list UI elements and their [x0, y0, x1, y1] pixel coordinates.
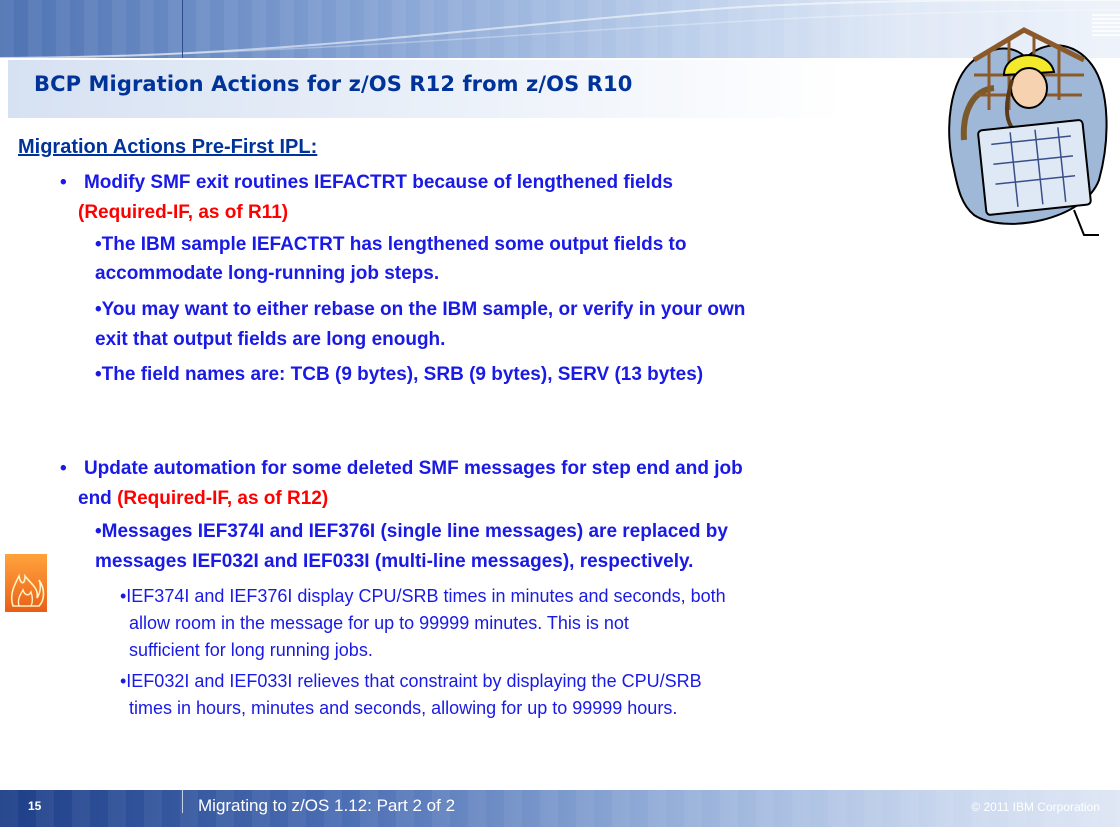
bullet-1-sub-2-line-1: •You may want to either rebase on the IB… [95, 299, 746, 320]
footer-title: Migrating to z/OS 1.12: Part 2 of 2 [198, 796, 456, 815]
copyright: © 2011 IBM Corporation [971, 800, 1100, 814]
fire-icon [5, 554, 47, 612]
bullet-1-sub-2-line-2: exit that output fields are long enough. [95, 329, 446, 350]
section-subheading: Migration Actions Pre-First IPL: [18, 136, 318, 158]
bullet-1: • Modify SMF exit routines IEFACTRT beca… [60, 168, 673, 197]
required-if-tag: (Required-IF, as of R11) [78, 202, 289, 223]
bullet-glyph: • [60, 172, 67, 193]
bullet-2-line-2: end (Required-IF, as of R12) [78, 484, 328, 513]
bullet-1-tag: (Required-IF, as of R11) [78, 198, 288, 227]
footer-bar [0, 790, 1120, 827]
footer-divider [182, 779, 183, 813]
required-if-tag: (Required-IF, as of R12) [117, 488, 329, 509]
bullet-1-text: Modify SMF exit routines IEFACTRT becaus… [83, 172, 674, 193]
detail-2-line-2: times in hours, minutes and seconds, all… [129, 698, 678, 718]
bullet-glyph: • [60, 458, 67, 479]
page-number: 15 [28, 799, 42, 813]
bullet-2-sub-1-line-2: messages IEF032I and IEF033I (multi-line… [95, 551, 694, 572]
bullet-1-sub-3: •The field names are: TCB (9 bytes), SRB… [95, 364, 704, 385]
detail-1-line-2: allow room in the message for up to 9999… [129, 613, 629, 633]
detail-1-line-1: •IEF374I and IEF376I display CPU/SRB tim… [120, 586, 726, 606]
bullet-2-sub-1-line-1: •Messages IEF374I and IEF376I (single li… [95, 521, 728, 542]
construction-worker-icon [948, 27, 1108, 236]
bullet-2: • Update automation for some deleted SMF… [60, 454, 743, 483]
slide: BCP Migration Actions for z/OS R12 from … [0, 0, 1120, 827]
bullet-1-sub-1-line-1: •The IBM sample IEFACTRT has lengthened … [95, 234, 687, 255]
bullet-1-sub-1-line-2: accommodate long-running job steps. [95, 263, 440, 284]
detail-1-line-3: sufficient for long running jobs. [129, 640, 373, 660]
header-divider [182, 0, 183, 58]
bullet-2-text-end: end [78, 488, 112, 509]
bullet-2-text: Update automation for some deleted SMF m… [83, 458, 743, 479]
slide-title: BCP Migration Actions for z/OS R12 from … [34, 72, 633, 96]
detail-2-line-1: •IEF032I and IEF033I relieves that const… [120, 671, 702, 691]
